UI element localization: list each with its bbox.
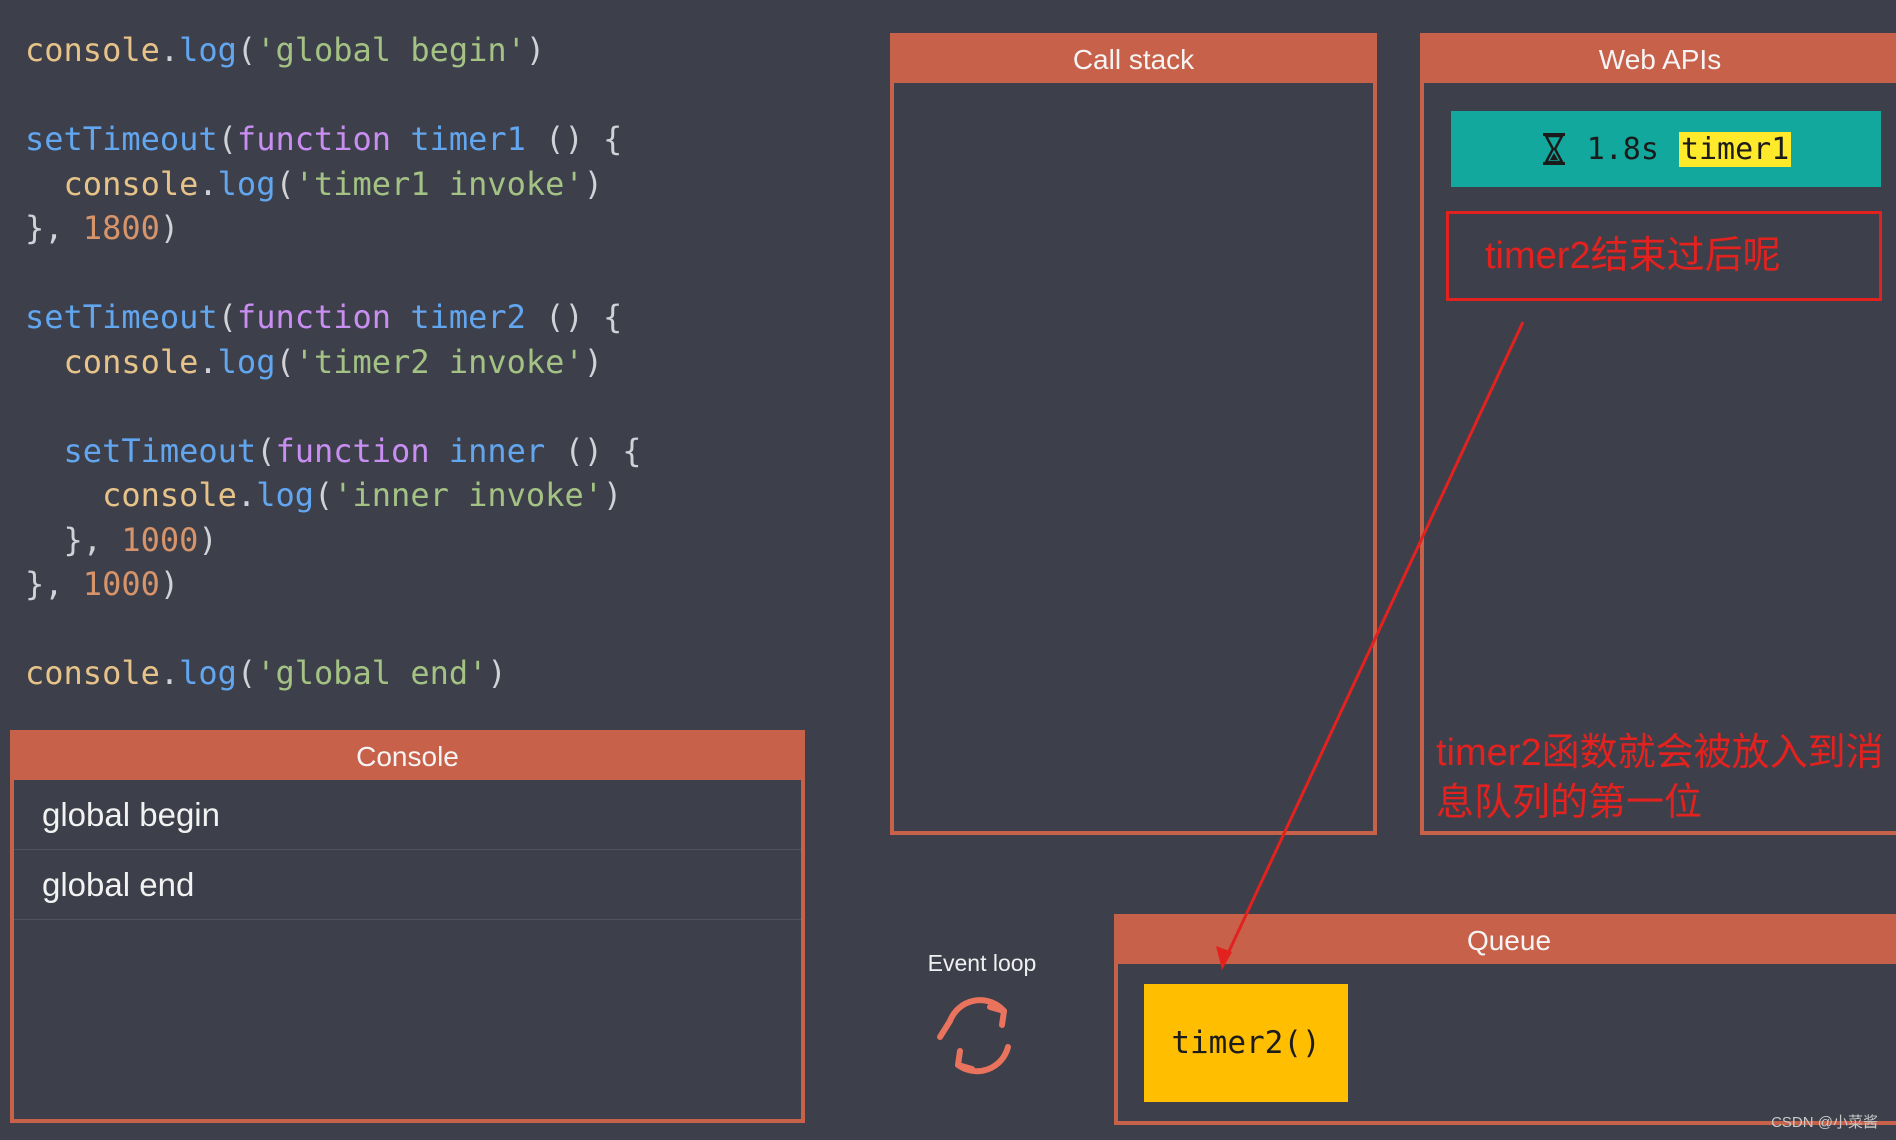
code-token: () { (545, 431, 642, 470)
code-token: 1000 (82, 565, 160, 603)
code-token: log (256, 476, 314, 514)
queue-panel: Queue timer2() (1114, 914, 1896, 1125)
console-line: global end (14, 850, 801, 920)
code-token: setTimeout (25, 298, 218, 336)
annotation-box: timer2结束过后呢 (1446, 211, 1882, 301)
code-token: log (179, 654, 237, 692)
code-token: log (179, 31, 237, 69)
timer-name: timer1 (1678, 131, 1792, 167)
code-token: 'global end' (256, 654, 488, 692)
call-stack-panel: Call stack (890, 33, 1377, 835)
code-token: function (236, 298, 392, 336)
code-token: ( (313, 476, 334, 514)
code-token: console (25, 654, 160, 692)
code-token: }, (25, 520, 122, 559)
code-token: function (275, 431, 430, 470)
code-token: setTimeout (25, 431, 257, 470)
queue-item: timer2() (1144, 984, 1348, 1102)
code-token: 'inner invoke' (333, 476, 603, 514)
code-line: setTimeout(function timer1 () { (25, 117, 642, 162)
code-line: console.log('timer2 invoke') (25, 340, 642, 385)
timer-time: 1.8s (1586, 131, 1659, 167)
code-token: function (236, 120, 392, 158)
code-token: console (25, 164, 199, 203)
code-token: . (198, 164, 218, 203)
code-token: log (217, 164, 276, 203)
code-token: 'timer1 invoke' (294, 164, 584, 203)
console-panel: Console global begin global end (10, 730, 805, 1123)
web-apis-title: Web APIs (1424, 37, 1896, 83)
code-token: ( (236, 31, 257, 69)
code-line: }, 1000) (25, 562, 642, 607)
code-token: ( (217, 298, 237, 336)
code-token: . (159, 654, 180, 692)
call-stack-title: Call stack (894, 37, 1373, 83)
code-token: ( (256, 431, 276, 470)
code-editor: console.log('global begin') setTimeout(f… (25, 28, 642, 696)
code-token: ) (159, 209, 180, 247)
code-token: . (236, 476, 257, 514)
code-token: }, (25, 565, 83, 603)
code-token: 'timer2 invoke' (294, 342, 584, 381)
watermark: CSDN @小菜酱 (1771, 1114, 1878, 1131)
timer1-block: 1.8s timer1 (1451, 111, 1881, 187)
loop-arrows-icon (937, 997, 1011, 1075)
code-token: console (25, 31, 160, 69)
code-token: 1800 (82, 209, 160, 247)
code-token: 1000 (121, 520, 199, 559)
code-token: timer2 (410, 298, 526, 336)
code-line: console.log('inner invoke') (25, 473, 642, 518)
code-token: . (198, 342, 218, 381)
code-token: log (217, 342, 276, 381)
code-token: timer1 (410, 120, 526, 158)
code-token: . (159, 31, 180, 69)
code-token: }, (25, 209, 83, 247)
code-line: console.log('timer1 invoke') (25, 162, 642, 207)
hourglass-icon (1542, 133, 1565, 165)
code-token: () { (525, 120, 623, 158)
web-apis-panel: Web APIs 1.8s timer1 (1420, 33, 1896, 835)
console-line: global begin (14, 780, 801, 850)
code-token: ) (583, 164, 603, 203)
code-token: ) (525, 31, 546, 69)
code-token: console (25, 342, 199, 381)
code-line: }, 1000) (25, 518, 642, 563)
code-line: setTimeout(function inner () { (25, 429, 642, 474)
code-line: setTimeout(function timer2 () { (25, 295, 642, 340)
code-token: ( (275, 164, 295, 203)
code-line: console.log('global end') (25, 651, 642, 696)
code-line: }, 1800) (25, 206, 642, 251)
code-token: ) (159, 565, 180, 603)
code-token: ( (236, 654, 257, 692)
code-token: ( (275, 342, 295, 381)
code-token: setTimeout (25, 120, 218, 158)
queue-title: Queue (1118, 918, 1896, 964)
code-token: ) (487, 654, 507, 692)
code-token: 'global begin' (256, 31, 526, 69)
event-loop-label: Event loop (927, 950, 1037, 976)
console-title: Console (14, 734, 801, 780)
code-token: ) (198, 520, 218, 559)
annotation-queue-note: timer2函数就会被放入到消息队列的第一位 (1436, 732, 1884, 824)
code-token: ) (602, 476, 623, 514)
code-line: console.log('global begin') (25, 28, 642, 73)
code-token: ) (583, 342, 603, 381)
code-token: ( (217, 120, 237, 158)
code-token: console (25, 476, 237, 514)
code-token: inner (448, 431, 546, 470)
code-token: () { (525, 298, 623, 336)
